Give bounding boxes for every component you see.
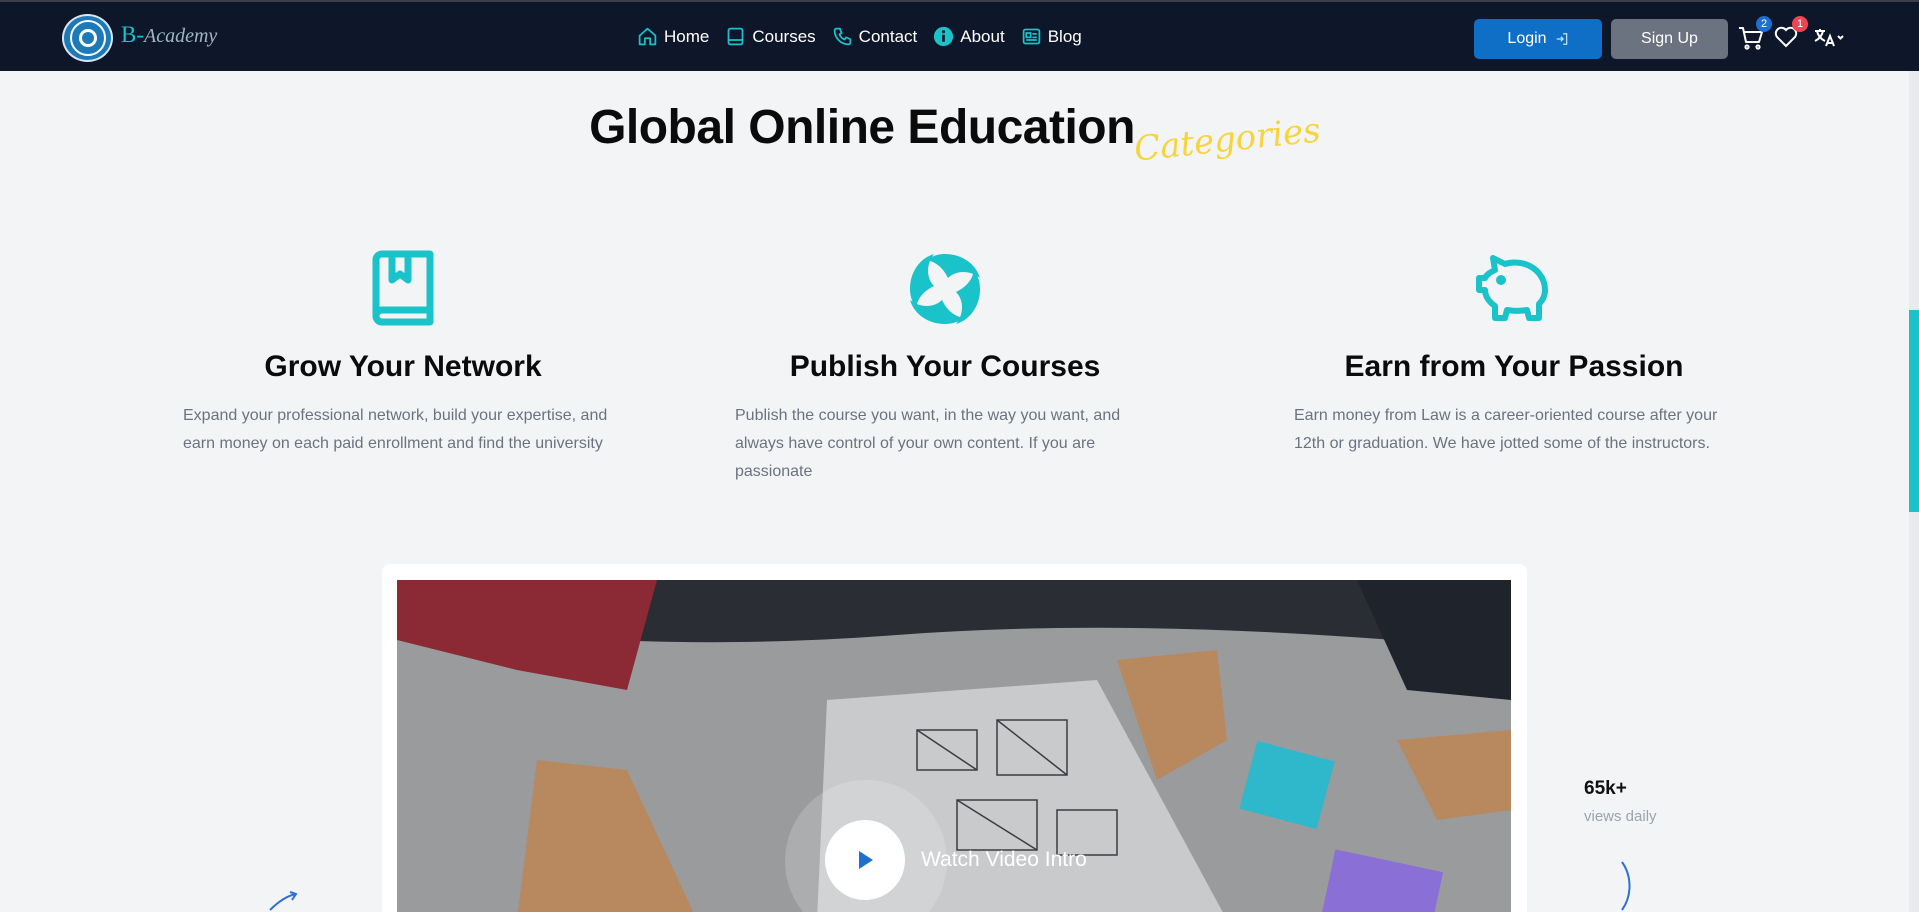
home-icon	[638, 27, 657, 46]
stat-value: 65k+	[1584, 778, 1627, 799]
wishlist-badge: 1	[1792, 16, 1808, 32]
piggy-bank-icon	[1476, 255, 1548, 321]
feature-publish-courses: Publish Your Courses Publish the course …	[735, 248, 1155, 486]
login-label: Login	[1507, 30, 1547, 47]
nav-blog[interactable]: Blog	[1021, 26, 1082, 47]
decorative-curve	[1621, 861, 1631, 911]
feature-text: Earn money from Law is a career-oriented…	[1294, 407, 1718, 452]
play-icon	[859, 851, 873, 869]
feature-text: Publish the course you want, in the way …	[735, 407, 1121, 480]
section-heading: Global Online EducationCategories	[0, 100, 1909, 170]
top-navbar: B-Academy Home Courses Contact About Blo…	[0, 0, 1919, 71]
feature-title: Publish Your Courses	[789, 350, 1101, 383]
nav-courses-label: Courses	[752, 26, 816, 46]
language-switcher[interactable]	[1813, 26, 1845, 50]
section-title-script: Categories	[1132, 110, 1323, 170]
nav-courses[interactable]: Courses	[725, 26, 816, 47]
phone-icon	[833, 27, 851, 46]
sign-in-icon	[1556, 33, 1567, 45]
nav-contact-label: Contact	[858, 26, 918, 46]
news-icon	[1022, 28, 1040, 45]
feature-title: Earn from Your Passion	[1344, 350, 1684, 383]
info-icon	[934, 26, 954, 47]
login-button[interactable]: Login	[1474, 19, 1602, 59]
feature-title: Grow Your Network	[264, 350, 542, 383]
scrollbar-thumb[interactable]	[1909, 310, 1919, 512]
main-nav: Home Courses Contact About Blog	[637, 26, 1082, 47]
nav-home[interactable]: Home	[637, 26, 709, 47]
cart-button[interactable]: 2	[1738, 16, 1772, 50]
translate-icon	[1814, 29, 1844, 47]
book-icon	[727, 27, 744, 46]
swirl-icon	[910, 254, 980, 324]
academy-logo[interactable]	[62, 14, 113, 62]
nav-contact[interactable]: Contact	[832, 26, 918, 47]
stat-caption: views daily	[1584, 808, 1657, 825]
feature-text: Expand your professional network, build …	[183, 407, 608, 452]
signup-button[interactable]: Sign Up	[1611, 19, 1728, 59]
brand-prefix: B-	[121, 22, 144, 47]
nav-blog-label: Blog	[1047, 26, 1082, 46]
brand-name[interactable]: B-Academy	[121, 22, 217, 48]
brand-suffix: Academy	[144, 25, 218, 47]
decorative-arrow	[269, 891, 298, 911]
play-video-button[interactable]	[825, 820, 905, 900]
bookmark-book-icon	[372, 250, 434, 326]
cart-badge: 2	[1756, 16, 1772, 32]
section-title: Global Online Education	[589, 101, 1135, 154]
wishlist-button[interactable]: 1	[1774, 16, 1808, 50]
feature-earn-passion: Earn from Your Passion Earn money from L…	[1294, 248, 1734, 458]
feature-grow-network: Grow Your Network Expand your profession…	[183, 248, 623, 458]
watch-video-label[interactable]: Watch Video Intro	[921, 848, 1087, 872]
nav-about[interactable]: About	[933, 26, 1005, 47]
signup-label: Sign Up	[1641, 30, 1698, 47]
nav-about-label: About	[960, 26, 1005, 46]
nav-home-label: Home	[664, 26, 710, 46]
